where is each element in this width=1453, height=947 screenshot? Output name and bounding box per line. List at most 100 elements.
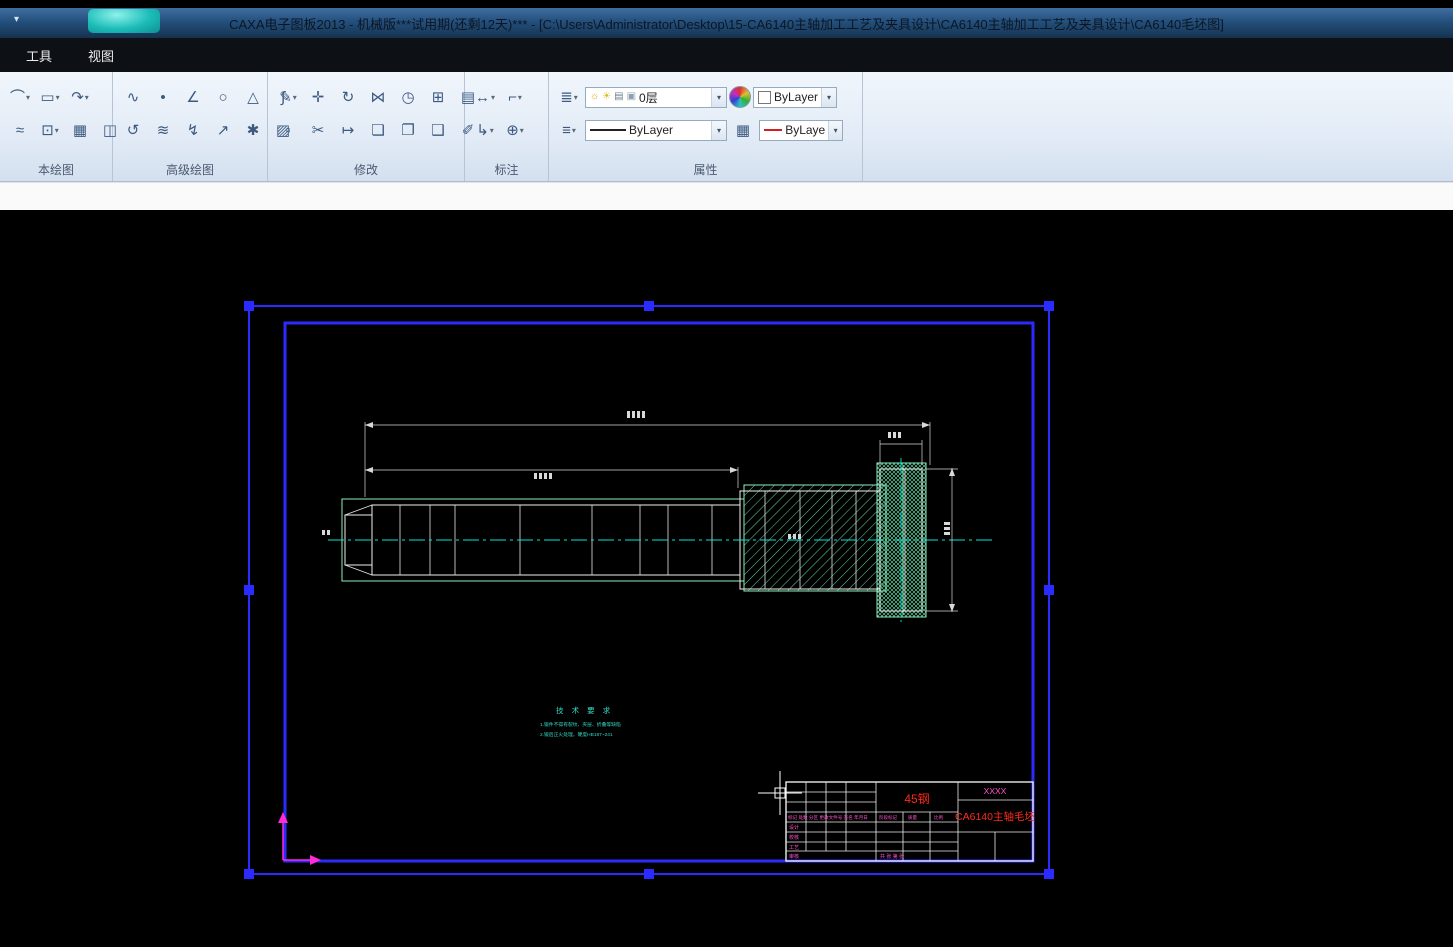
ribbon-canvas-divider	[0, 182, 1453, 211]
line-tool-button[interactable]: ⌒▾	[6, 84, 34, 110]
ribbon-group-label: 高级绘图	[113, 161, 267, 178]
linewidth-select-value: ByLayer	[785, 123, 825, 137]
chevron-down-icon: ▾	[293, 93, 297, 102]
rotate-tool-button[interactable]: ↻	[334, 84, 362, 110]
move-tool-button[interactable]: ✛	[304, 84, 332, 110]
technical-notes[interactable]: 技 术 要 求 1.锻件不得有裂纹、夹层、折叠等缺陷 2.锻后正火处理，硬度HB…	[540, 705, 621, 738]
ribbon-group-basic-draw: ⌒▾▭▾↷▾ ≈⊡▾▦◫ 本绘图	[0, 72, 113, 181]
point-tool-button[interactable]: •	[149, 84, 177, 110]
table-button[interactable]: ▦	[729, 117, 757, 143]
notes-line2: 2.锻后正火处理，硬度HB187~241	[540, 731, 613, 738]
dimension-tool-button[interactable]: ↔▾	[471, 84, 499, 110]
revolve-tool-button[interactable]: ↺	[119, 117, 147, 143]
dim-style-tool-icon: ⌐	[508, 90, 517, 105]
dim-text-body	[534, 473, 552, 479]
color-picker-button[interactable]	[729, 86, 751, 108]
ellipse-tool-icon: ○	[218, 90, 227, 105]
chevron-down-icon: ▾	[821, 88, 836, 107]
check-label: 校核	[789, 834, 799, 841]
chevron-down-icon: ▾	[490, 126, 494, 135]
leader-tool-button[interactable]: ↳▾	[471, 117, 499, 143]
part-name-label: CA6140主轴毛坯	[955, 810, 1035, 823]
ribbon-group-annotate: ↔▾⌐▾ ↳▾⊕▾ 标注	[465, 72, 549, 181]
chevron-down-icon: ▾	[572, 126, 576, 135]
chevron-down-icon: ▾	[711, 121, 726, 140]
grid-tool-icon: ▦	[73, 123, 87, 138]
rect-tool-icon: ▭	[40, 90, 54, 105]
rect-tool-button[interactable]: ▭▾	[36, 84, 64, 110]
polyline-tool-button[interactable]: ≈	[6, 117, 34, 143]
extend-tool-button[interactable]: ↦	[334, 117, 362, 143]
move-tool-icon: ✛	[312, 90, 325, 105]
layer-select[interactable]: ☼ ☀ ▤ ▣ 0层 ▾	[585, 87, 727, 108]
arc-tool-icon: ↷	[71, 90, 84, 105]
extend-tool-icon: ↦	[342, 123, 355, 138]
layer-manager-button[interactable]: ≣ ▾	[555, 84, 583, 110]
cad-drawing: 技 术 要 求 1.锻件不得有裂纹、夹层、折叠等缺陷 2.锻后正火处理，硬度HB…	[0, 210, 1453, 947]
linetype-select[interactable]: ByLayer ▾	[585, 120, 727, 141]
contour-tool-button[interactable]: ✱	[239, 117, 267, 143]
revolve-copy-tool-button[interactable]: ◷	[394, 84, 422, 110]
crosshair-cursor	[758, 771, 802, 815]
bisector-tool-button[interactable]: ∠	[179, 84, 207, 110]
menu-view[interactable]: 视图	[88, 46, 114, 65]
spline-tool-button[interactable]: ∿	[119, 84, 147, 110]
layer-lock-icon: ▣	[627, 92, 636, 102]
chevron-down-icon: ▾	[520, 126, 524, 135]
material-label: 45钢	[904, 792, 929, 806]
color-select-value: ByLayer	[774, 90, 818, 104]
dim-text-flange	[888, 432, 901, 438]
trim-tool-icon: ✂	[312, 123, 325, 138]
chevron-down-icon: ▾	[518, 93, 522, 102]
wave-tool-button[interactable]: ≋	[149, 117, 177, 143]
mirror-tool-icon: ⋈	[371, 90, 386, 105]
title-bar[interactable]: ▾ CAXA电子图板2013 - 机械版***试用期(还剩12天)*** - […	[0, 8, 1453, 38]
trim-tool-button[interactable]: ✂	[304, 117, 332, 143]
linewidth-select[interactable]: ByLayer ▾	[759, 120, 843, 141]
dim-text-diameter	[944, 522, 950, 535]
erase-tool-icon: ✎	[279, 90, 292, 105]
sheet-frame[interactable]	[244, 301, 1054, 879]
erase-tool-button[interactable]: ✎▾	[274, 84, 302, 110]
chevron-down-icon: ▾	[55, 126, 59, 135]
grid-tool-button[interactable]: ▦	[66, 117, 94, 143]
quick-access-caret-icon[interactable]: ▾	[14, 14, 19, 25]
change-row-label: 标记 处数 分区 更改文件号 签名 年月日	[788, 814, 868, 821]
chevron-down-icon: ▾	[711, 88, 726, 107]
arrow-tool-button[interactable]: ↗	[209, 117, 237, 143]
block-tool-button[interactable]: ⊡▾	[36, 117, 64, 143]
dim-text-center	[788, 534, 801, 539]
caxa-window: ▾ CAXA电子图板2013 - 机械版***试用期(还剩12天)*** - […	[0, 0, 1453, 947]
arc-tool-button[interactable]: ↷▾	[66, 84, 94, 110]
datum-tool-button[interactable]: ⊕▾	[501, 117, 529, 143]
ellipse-tool-button[interactable]: ○	[209, 84, 237, 110]
multi-doc-tool-button[interactable]: ❑	[424, 117, 452, 143]
bisector-tool-icon: ∠	[186, 90, 199, 105]
datum-tool-icon: ⊕	[506, 123, 519, 138]
color-swatch	[758, 91, 771, 104]
ribbon-empty-area	[863, 72, 1453, 181]
layer-visible-icon: ☼	[590, 92, 599, 102]
new-doc-tool-button[interactable]: ❐	[394, 117, 422, 143]
rotate-tool-icon: ↻	[342, 90, 355, 105]
copy-doc-tool-button[interactable]: ❏	[364, 117, 392, 143]
craft-label: 工艺	[789, 845, 799, 851]
breakline-tool-button[interactable]: ↯	[179, 117, 207, 143]
design-label: 设计	[789, 824, 799, 831]
chevron-down-icon: ▾	[56, 93, 60, 102]
dim-style-tool-button[interactable]: ⌐▾	[501, 84, 529, 110]
drawing-canvas[interactable]: 技 术 要 求 1.锻件不得有裂纹、夹层、折叠等缺陷 2.锻后正火处理，硬度HB…	[0, 210, 1453, 947]
new-doc-tool-icon: ❐	[401, 123, 414, 138]
color-select[interactable]: ByLayer ▾	[753, 87, 837, 108]
polygon-tool-button[interactable]: △	[239, 84, 267, 110]
select-tool-button[interactable]: ▫	[274, 117, 302, 143]
title-block[interactable]: 45钢 XXXX CA6140主轴毛坯 标记 处数 分区 更改文件号 签名 年月…	[786, 782, 1035, 861]
polygon-tool-icon: △	[247, 90, 259, 105]
ribbon: ⌒▾▭▾↷▾ ≈⊡▾▦◫ 本绘图 ∿•∠○△∫ ↺≋↯↗✱▨ 高级绘图 ✎▾✛↻…	[0, 72, 1453, 182]
array-tool-button[interactable]: ⊞	[424, 84, 452, 110]
array-tool-icon: ⊞	[432, 90, 445, 105]
linewidth-settings-button[interactable]: ≡ ▾	[555, 117, 583, 143]
mirror-tool-button[interactable]: ⋈	[364, 84, 392, 110]
polyline-tool-icon: ≈	[16, 123, 24, 138]
menu-tools[interactable]: 工具	[26, 46, 52, 65]
